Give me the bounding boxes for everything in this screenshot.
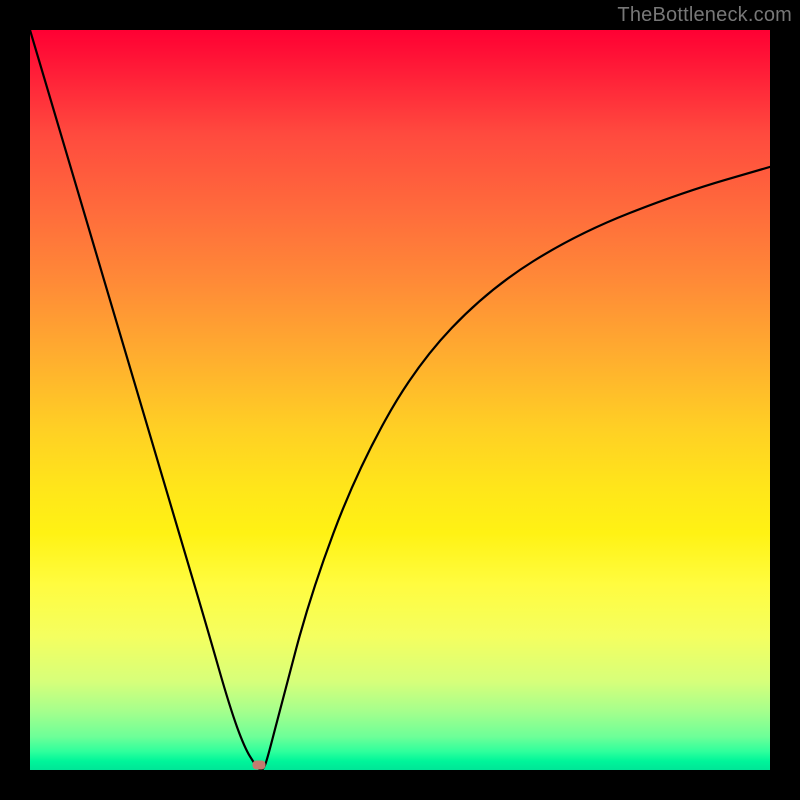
curve-svg	[30, 30, 770, 770]
watermark-text: TheBottleneck.com	[617, 4, 792, 27]
chart-root: TheBottleneck.com	[0, 0, 800, 800]
plot-area	[30, 30, 770, 770]
optimum-marker	[253, 760, 266, 769]
bottleneck-curve	[30, 30, 770, 770]
